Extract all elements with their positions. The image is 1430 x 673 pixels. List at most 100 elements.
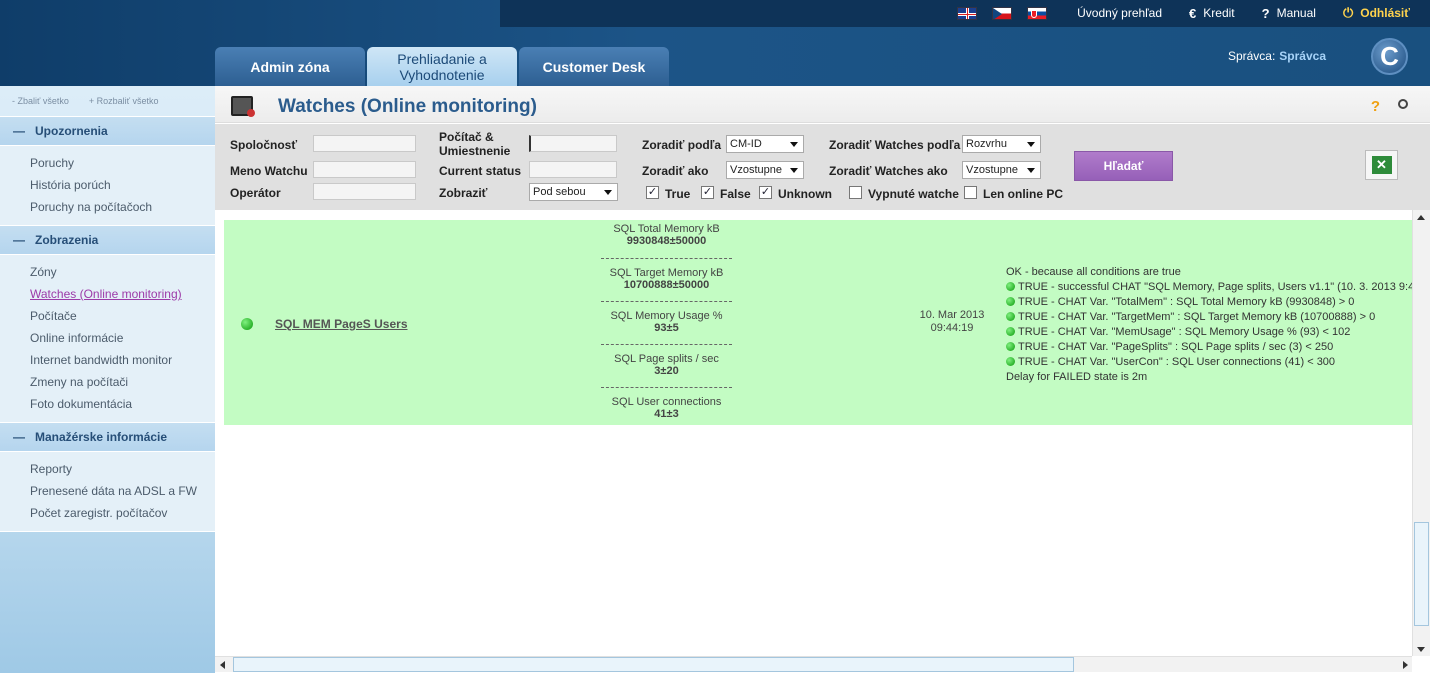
page-title: Watches (Online monitoring) [278, 96, 537, 117]
condition-item: TRUE - CHAT Var. "UserCon" : SQL User co… [1006, 355, 1412, 370]
user-name[interactable]: Správca [1279, 49, 1326, 63]
unknown-checkbox-label: Unknown [778, 187, 832, 201]
status-dot-icon [1006, 327, 1015, 336]
scroll-down-icon[interactable] [1417, 647, 1425, 652]
header: Úvodný prehľad € Kredit ? Manual ⏻ Odhlásiť… [0, 0, 1430, 86]
true-checkbox[interactable]: ✓ [646, 186, 659, 199]
horizontal-scroll-thumb[interactable] [233, 657, 1074, 672]
scroll-right-icon[interactable] [1403, 661, 1408, 669]
uk-flag-icon[interactable] [957, 6, 978, 20]
sidebar: - Zbaliť všetko + Rozbaliť všetko — Upozo… [0, 86, 215, 673]
vertical-scrollbar[interactable] [1412, 210, 1430, 656]
expand-all-button[interactable]: + Rozbaliť všetko [89, 96, 159, 106]
condition-item: TRUE - successful CHAT "SQL Memory, Page… [1006, 280, 1412, 295]
watch-name-input[interactable] [313, 161, 416, 178]
sidebar-item-registered-count[interactable]: Počet zaregistr. počítačov [30, 502, 215, 524]
sort-by-label: Zoradiť podľa [642, 138, 722, 152]
sort-by-select[interactable]: CM-ID [726, 135, 804, 153]
condition-text: TRUE - CHAT Var. "UserCon" : SQL User co… [1018, 356, 1336, 368]
credit-link[interactable]: € Kredit [1189, 6, 1235, 21]
disabled-watches-checkbox[interactable] [849, 186, 862, 199]
excel-export-button[interactable]: ✕ [1365, 150, 1398, 180]
euro-icon: € [1189, 5, 1197, 21]
condition-text: TRUE - CHAT Var. "PageSplits" : SQL Page… [1018, 341, 1334, 353]
help-icon[interactable]: ? [1371, 98, 1380, 115]
metric-value: 93±5 [654, 322, 679, 334]
sort-watches-as-label: Zoradiť Watches ako [829, 164, 948, 178]
sort-watches-by-select[interactable]: Rozvrhu [962, 135, 1041, 153]
sidebar-tools: - Zbaliť všetko + Rozbaliť všetko [0, 86, 215, 116]
company-label: Spoločnosť [230, 138, 298, 152]
sidebar-item-fault-history[interactable]: História porúch [30, 174, 215, 196]
sidebar-item-online-info[interactable]: Online informácie [30, 327, 215, 349]
computer-input[interactable] [529, 135, 617, 152]
sidebar-item-computers[interactable]: Počítače [30, 305, 215, 327]
metric-page-splits: SQL Page splits / sec 3±20 [601, 344, 732, 377]
metric-name: SQL Memory Usage % [610, 310, 723, 322]
watch-name-link[interactable]: SQL MEM PageS Users [275, 317, 408, 331]
main-panel: Watches (Online monitoring) ? Spoločnosť… [215, 86, 1430, 673]
horizontal-scrollbar[interactable] [215, 656, 1412, 672]
unknown-checkbox[interactable]: ✓ [759, 186, 772, 199]
condition-text: TRUE - CHAT Var. "MemUsage" : SQL Memory… [1018, 326, 1351, 338]
sidebar-section-management[interactable]: — Manažérske informácie [0, 422, 215, 452]
current-status-input[interactable] [529, 161, 617, 178]
search-icon[interactable] [1398, 99, 1408, 109]
true-checkbox-label: True [665, 187, 691, 201]
tab-admin-zone[interactable]: Admin zóna [215, 47, 365, 86]
sidebar-item-computer-faults[interactable]: Poruchy na počítačoch [30, 196, 215, 218]
sidebar-item-faults[interactable]: Poruchy [30, 152, 215, 174]
metric-value: 3±20 [654, 365, 679, 377]
condition-summary: OK - because all conditions are true [1006, 266, 1181, 278]
monitor-icon [231, 96, 255, 117]
cz-flag-icon[interactable] [992, 6, 1013, 20]
sort-as-label: Zoradiť ako [642, 164, 709, 178]
overview-link[interactable]: Úvodný prehľad [1077, 6, 1162, 20]
section-title: Zobrazenia [35, 233, 99, 247]
online-pc-only-checkbox[interactable] [964, 186, 977, 199]
collapse-icon: — [13, 124, 25, 138]
sidebar-views-items: Zóny Watches (Online monitoring) Počítač… [0, 255, 215, 422]
manual-link[interactable]: ? Manual [1262, 6, 1316, 21]
sort-as-select[interactable]: Vzostupne [726, 161, 804, 179]
scroll-left-icon[interactable] [220, 661, 225, 669]
watch-name-label: Meno Watchu [230, 164, 308, 178]
sidebar-item-zones[interactable]: Zóny [30, 261, 215, 283]
condition-item: TRUE - CHAT Var. "TotalMem" : SQL Total … [1006, 295, 1412, 310]
metric-value: 9930848±50000 [626, 235, 707, 247]
sidebar-item-watches[interactable]: Watches (Online monitoring) [30, 283, 215, 305]
condition-text: TRUE - CHAT Var. "TargetMem" : SQL Targe… [1018, 311, 1376, 323]
power-icon: ⏻ [1342, 5, 1354, 20]
vertical-scroll-thumb[interactable] [1414, 522, 1429, 626]
status-dot-icon [1006, 357, 1015, 366]
sidebar-item-transferred-data[interactable]: Prenesené dáta na ADSL a FW [30, 480, 215, 502]
operator-input[interactable] [313, 183, 416, 200]
user-info: Správca: Správca [1228, 49, 1326, 63]
sort-watches-by-label: Zoradiť Watches podľa [829, 138, 961, 152]
timestamp: 10. Mar 2013 09:44:19 [914, 309, 990, 335]
logout-label: Odhlásiť [1360, 6, 1410, 20]
scroll-up-icon[interactable] [1417, 215, 1425, 220]
tab-customer-desk[interactable]: Customer Desk [519, 47, 669, 86]
sidebar-section-views[interactable]: — Zobrazenia [0, 225, 215, 255]
search-button[interactable]: Hľadať [1074, 151, 1173, 181]
sidebar-item-computer-changes[interactable]: Zmeny na počítači [30, 371, 215, 393]
sidebar-section-alerts[interactable]: — Upozornenia [0, 116, 215, 146]
status-dot-icon [241, 318, 253, 330]
current-status-label: Current status [439, 164, 522, 178]
collapse-all-button[interactable]: - Zbaliť všetko [12, 96, 69, 106]
sort-watches-as-select[interactable]: Vzostupne [962, 161, 1041, 179]
sidebar-item-reports[interactable]: Reporty [30, 458, 215, 480]
logout-link[interactable]: ⏻ Odhlásiť [1343, 5, 1410, 21]
tab-browse-evaluate[interactable]: Prehliadanie a Vyhodnotenie [367, 47, 517, 86]
sidebar-item-photo-docs[interactable]: Foto dokumentácia [30, 393, 215, 415]
status-dot-icon [1006, 312, 1015, 321]
false-checkbox[interactable]: ✓ [701, 186, 714, 199]
sk-flag-icon[interactable] [1027, 6, 1048, 20]
display-select[interactable]: Pod sebou [529, 183, 618, 201]
question-icon: ? [1261, 5, 1270, 21]
computer-label-line1: Počítač & [439, 130, 494, 144]
company-input[interactable] [313, 135, 416, 152]
top-links: Úvodný prehľad € Kredit ? Manual ⏻ Odhlásiť [957, 3, 1410, 23]
sidebar-item-bandwidth-monitor[interactable]: Internet bandwidth monitor [30, 349, 215, 371]
